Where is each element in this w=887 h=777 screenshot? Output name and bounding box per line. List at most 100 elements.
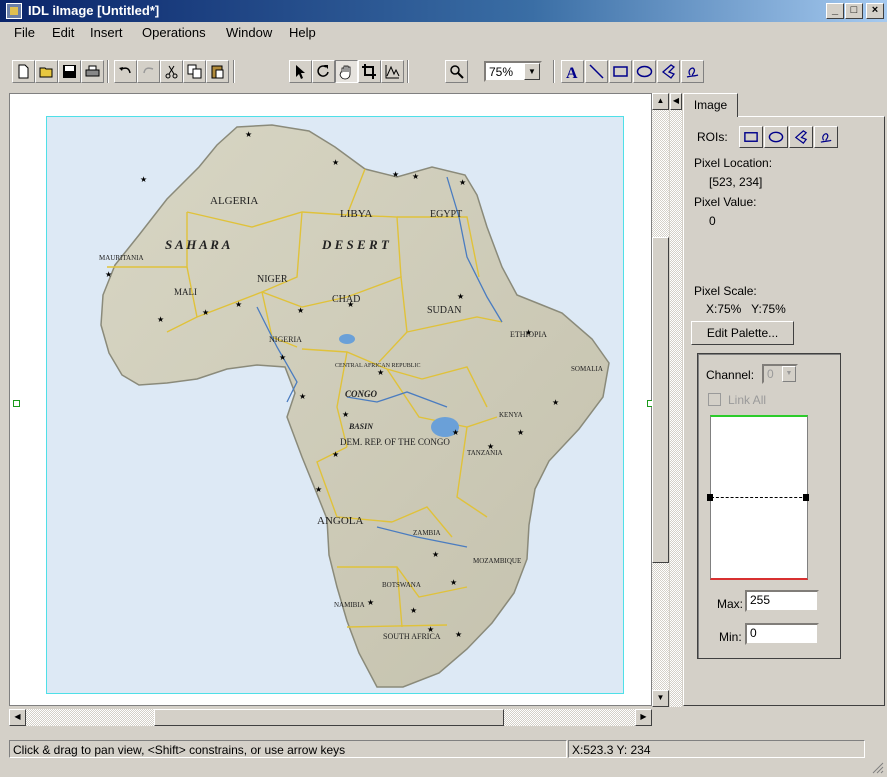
menu-insert[interactable]: Insert	[90, 25, 123, 40]
svg-text:★: ★	[297, 306, 304, 315]
new-icon[interactable]	[12, 60, 35, 83]
roi-ellipse-icon[interactable]	[764, 126, 788, 148]
scroll-down-button[interactable]: ▼	[652, 690, 669, 707]
resize-grip[interactable]	[870, 760, 884, 774]
maximize-button[interactable]: □	[845, 3, 863, 19]
pixel-location-value: [523, 234]	[709, 175, 763, 189]
title-bar: IDL iImage [Untitled*] _ □ ×	[0, 0, 887, 22]
pixel-scale-value: X:75% Y:75%	[706, 302, 786, 316]
scroll-left-button[interactable]: ◀	[9, 709, 26, 726]
channel-value: 0	[767, 367, 774, 381]
svg-text:★: ★	[552, 398, 559, 407]
max-label: Max:	[717, 597, 744, 611]
menu-window[interactable]: Window	[226, 25, 272, 40]
svg-text:★: ★	[525, 328, 532, 337]
undo-icon[interactable]	[114, 60, 137, 83]
cut-icon[interactable]	[160, 60, 183, 83]
rectangle-tool-icon[interactable]	[609, 60, 632, 83]
svg-text:★: ★	[412, 172, 419, 181]
svg-text:★: ★	[315, 485, 322, 494]
rotate-icon[interactable]	[312, 60, 335, 83]
svg-text:★: ★	[410, 606, 417, 615]
svg-text:★: ★	[432, 550, 439, 559]
palette-curve-line	[711, 497, 807, 498]
svg-text:★: ★	[105, 270, 112, 279]
map-label-angola: ANGOLA	[317, 515, 363, 527]
max-field[interactable]: 255	[745, 590, 819, 612]
polygon-tool-icon[interactable]	[657, 60, 680, 83]
svg-text:★: ★	[140, 175, 147, 184]
link-all-checkbox[interactable]	[708, 393, 721, 406]
close-button[interactable]: ×	[866, 3, 884, 19]
svg-text:★: ★	[299, 392, 306, 401]
menu-operations[interactable]: Operations	[142, 25, 206, 40]
pixel-value: 0	[709, 214, 716, 228]
select-arrow-icon[interactable]	[289, 60, 312, 83]
menu-bar: File Edit Insert Operations Window Help	[0, 22, 887, 42]
map-label-botswana: BOTSWANA	[382, 581, 421, 589]
svg-text:★: ★	[377, 368, 384, 377]
print-icon[interactable]	[81, 60, 104, 83]
svg-text:★: ★	[487, 442, 494, 451]
chevron-down-icon[interactable]: ▼	[782, 366, 796, 382]
svg-text:★: ★	[245, 130, 252, 139]
curve-handle-left[interactable]	[707, 494, 713, 501]
map-label-nigeria: NIGERIA	[269, 335, 302, 344]
save-icon[interactable]	[58, 60, 81, 83]
map-label-mauritania: MAURITANIA	[99, 254, 144, 262]
menu-help[interactable]: Help	[289, 25, 316, 40]
map-label-niger: NIGER	[257, 274, 288, 285]
line-tool-icon[interactable]	[585, 60, 608, 83]
line-profile-icon[interactable]	[381, 60, 404, 83]
edit-palette-button[interactable]: Edit Palette...	[691, 321, 794, 345]
tab-image[interactable]: Image	[683, 93, 738, 117]
pan-hand-icon[interactable]	[335, 60, 358, 83]
svg-text:★: ★	[332, 158, 339, 167]
copy-icon[interactable]	[183, 60, 206, 83]
open-icon[interactable]	[35, 60, 58, 83]
pixel-value-label: Pixel Value:	[694, 195, 757, 209]
svg-text:★: ★	[347, 300, 354, 309]
svg-text:★: ★	[332, 450, 339, 459]
channel-select[interactable]: 0 ▼	[762, 364, 798, 384]
app-icon[interactable]	[6, 3, 22, 19]
map-label-zambia: ZAMBIA	[413, 529, 441, 537]
svg-text:★: ★	[279, 353, 286, 362]
redo-icon[interactable]	[137, 60, 160, 83]
roi-freehand-icon[interactable]	[814, 126, 838, 148]
ellipse-tool-icon[interactable]	[633, 60, 656, 83]
selection-handle-left[interactable]	[13, 400, 20, 407]
text-tool-icon[interactable]: A	[561, 60, 584, 83]
svg-text:A: A	[566, 65, 578, 80]
window-title: IDL iImage [Untitled*]	[28, 3, 160, 18]
scroll-right-button[interactable]: ▶	[635, 709, 652, 726]
pixel-location-label: Pixel Location:	[694, 156, 773, 170]
rois-label: ROIs:	[697, 130, 728, 144]
panel-splitter[interactable]	[670, 110, 682, 707]
menu-file[interactable]: File	[14, 25, 35, 40]
africa-map-image[interactable]: ALGERIA LIBYA EGYPT S A H A R A D E S E …	[46, 116, 624, 694]
magnify-icon[interactable]	[445, 60, 468, 83]
palette-curve-editor[interactable]	[707, 415, 809, 580]
map-label-algeria: ALGERIA	[210, 195, 258, 207]
roi-polygon-icon[interactable]	[789, 126, 813, 148]
scroll-up-button[interactable]: ▲	[652, 93, 669, 110]
paste-icon[interactable]	[206, 60, 229, 83]
min-field[interactable]: 0	[745, 623, 819, 645]
svg-text:★: ★	[450, 578, 457, 587]
svg-text:★: ★	[457, 292, 464, 301]
channel-label: Channel:	[706, 368, 755, 382]
menu-edit[interactable]: Edit	[52, 25, 74, 40]
freehand-tool-icon[interactable]	[681, 60, 704, 83]
roi-rectangle-icon[interactable]	[739, 126, 763, 148]
link-all-label: Link All	[728, 393, 767, 407]
zoom-select[interactable]: 75% ▼	[484, 61, 542, 82]
minimize-button[interactable]: _	[826, 3, 844, 19]
horizontal-scroll-thumb[interactable]	[154, 709, 504, 726]
chevron-down-icon[interactable]: ▼	[524, 63, 540, 80]
collapse-panel-button[interactable]: ◀	[670, 93, 682, 110]
curve-handle-right[interactable]	[803, 494, 809, 501]
crop-icon[interactable]	[358, 60, 381, 83]
vertical-scroll-thumb[interactable]	[652, 237, 669, 563]
map-label-tanzania: TANZANIA	[467, 449, 503, 457]
